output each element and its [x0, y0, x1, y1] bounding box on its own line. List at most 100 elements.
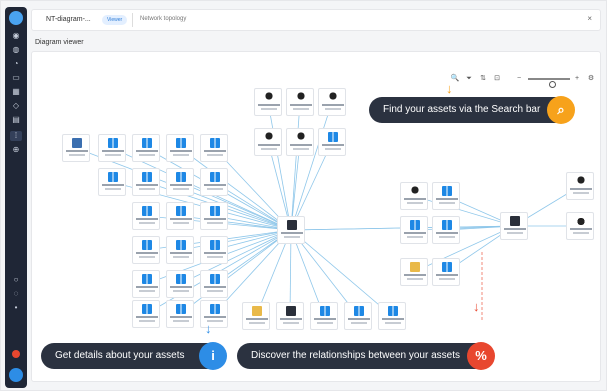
node-sublabel: [317, 322, 333, 324]
app-logo-icon[interactable]: [9, 11, 23, 25]
asset-node[interactable]: [132, 168, 160, 196]
sidebar: ◉ ◍ ◔ ▭ ▦ ◇ ▤ ⁞ ⊕ ○ ◌ •: [5, 7, 27, 388]
settings-icon[interactable]: ⊕: [10, 145, 22, 155]
windows-icon: [210, 274, 220, 284]
windows-icon: [142, 240, 152, 250]
asset-node[interactable]: [254, 128, 282, 156]
asset-node[interactable]: [344, 302, 372, 330]
asset-node[interactable]: [242, 302, 270, 330]
node-label: [322, 144, 344, 146]
node-label: [404, 198, 426, 200]
asset-node[interactable]: [132, 270, 160, 298]
node-label: [66, 150, 88, 152]
node-label: [404, 232, 426, 234]
shield-icon[interactable]: ◇: [10, 101, 22, 111]
node-sublabel: [407, 202, 423, 204]
asset-node[interactable]: [132, 202, 160, 230]
asset-node[interactable]: [310, 302, 338, 330]
asset-node[interactable]: [500, 212, 528, 240]
node-label: [246, 318, 268, 320]
asset-node[interactable]: [166, 236, 194, 264]
windows-icon: [176, 304, 186, 314]
windows-icon: [210, 138, 220, 148]
node-sublabel: [139, 290, 155, 292]
asset-node[interactable]: [132, 236, 160, 264]
reports-icon[interactable]: ◔: [10, 59, 22, 69]
avatar[interactable]: [9, 368, 23, 382]
windows-icon: [142, 138, 152, 148]
asset-node[interactable]: [400, 258, 428, 286]
asset-node[interactable]: [318, 128, 346, 156]
node-sublabel: [261, 148, 277, 150]
asset-node[interactable]: [98, 168, 126, 196]
device-icon: [410, 262, 420, 272]
asset-node[interactable]: [200, 202, 228, 230]
relationship-edge: [413, 225, 515, 273]
asset-node[interactable]: [254, 88, 282, 116]
node-sublabel: [573, 232, 589, 234]
tab-network-topology[interactable]: Network topology: [140, 16, 186, 22]
asset-node[interactable]: [566, 172, 594, 200]
info-icon: i: [199, 342, 227, 370]
asset-node[interactable]: [566, 212, 594, 240]
asset-node[interactable]: [432, 258, 460, 286]
layout-icon[interactable]: ⇅: [478, 74, 488, 84]
tab-diagram[interactable]: NT-diagram-...: [46, 16, 91, 23]
asset-node[interactable]: [132, 300, 160, 328]
help-icon[interactable]: ○: [10, 275, 22, 285]
settings-icon[interactable]: ⚙: [586, 74, 596, 84]
asset-node[interactable]: [432, 182, 460, 210]
zoom-in-button[interactable]: +: [572, 74, 582, 84]
asset-node[interactable]: [200, 168, 228, 196]
asset-node[interactable]: [98, 134, 126, 162]
tab-divider: [132, 13, 133, 27]
asset-node[interactable]: [277, 216, 305, 244]
asset-node[interactable]: [166, 300, 194, 328]
windows-icon: [108, 172, 118, 182]
asset-node[interactable]: [62, 134, 90, 162]
asset-node[interactable]: [166, 134, 194, 162]
asset-node[interactable]: [286, 128, 314, 156]
asset-node[interactable]: [166, 202, 194, 230]
node-label: [570, 188, 592, 190]
asset-node[interactable]: [166, 168, 194, 196]
node-sublabel: [293, 148, 309, 150]
asset-node[interactable]: [200, 236, 228, 264]
asset-node[interactable]: [400, 182, 428, 210]
node-sublabel: [439, 202, 455, 204]
asset-node[interactable]: [432, 216, 460, 244]
dashboard-icon[interactable]: ◉: [10, 31, 22, 41]
calendar-icon[interactable]: ▦: [10, 87, 22, 97]
server-icon: [287, 220, 297, 230]
asset-node[interactable]: [286, 88, 314, 116]
relationship-edge: [179, 229, 292, 315]
node-label: [281, 232, 303, 234]
asset-node[interactable]: [400, 216, 428, 244]
monitor-icon[interactable]: ▭: [10, 73, 22, 83]
filter-icon[interactable]: ⏷: [464, 74, 474, 84]
asset-node[interactable]: [132, 134, 160, 162]
close-icon[interactable]: ×: [587, 14, 592, 23]
zoom-out-button[interactable]: −: [514, 74, 524, 84]
fit-view-icon[interactable]: ⊡: [492, 74, 502, 84]
assets-icon[interactable]: ◍: [10, 45, 22, 55]
linux-icon: [410, 186, 420, 196]
asset-node[interactable]: [166, 270, 194, 298]
diagram-toolbar: 🔍 ⏷ ⇅ ⊡ − + ⚙: [450, 72, 596, 88]
asset-node[interactable]: [378, 302, 406, 330]
asset-node[interactable]: [200, 270, 228, 298]
app-window: ◉ ◍ ◔ ▭ ▦ ◇ ▤ ⁞ ⊕ ○ ◌ • NT-diagram-... Viewer Netwo…: [0, 0, 607, 391]
tasks-icon[interactable]: ▤: [10, 115, 22, 125]
zoom-slider[interactable]: [528, 78, 570, 88]
diagram-icon[interactable]: ⁞: [10, 131, 22, 141]
windows-icon: [108, 138, 118, 148]
node-sublabel: [139, 320, 155, 322]
asset-node[interactable]: [200, 134, 228, 162]
bell-icon[interactable]: ◌: [10, 289, 22, 299]
node-sublabel: [105, 154, 121, 156]
user-icon[interactable]: •: [10, 303, 22, 313]
asset-node[interactable]: [318, 88, 346, 116]
node-label: [404, 274, 426, 276]
asset-node[interactable]: [276, 302, 304, 330]
tab-bar: NT-diagram-... Viewer Network topology ×: [31, 9, 601, 31]
